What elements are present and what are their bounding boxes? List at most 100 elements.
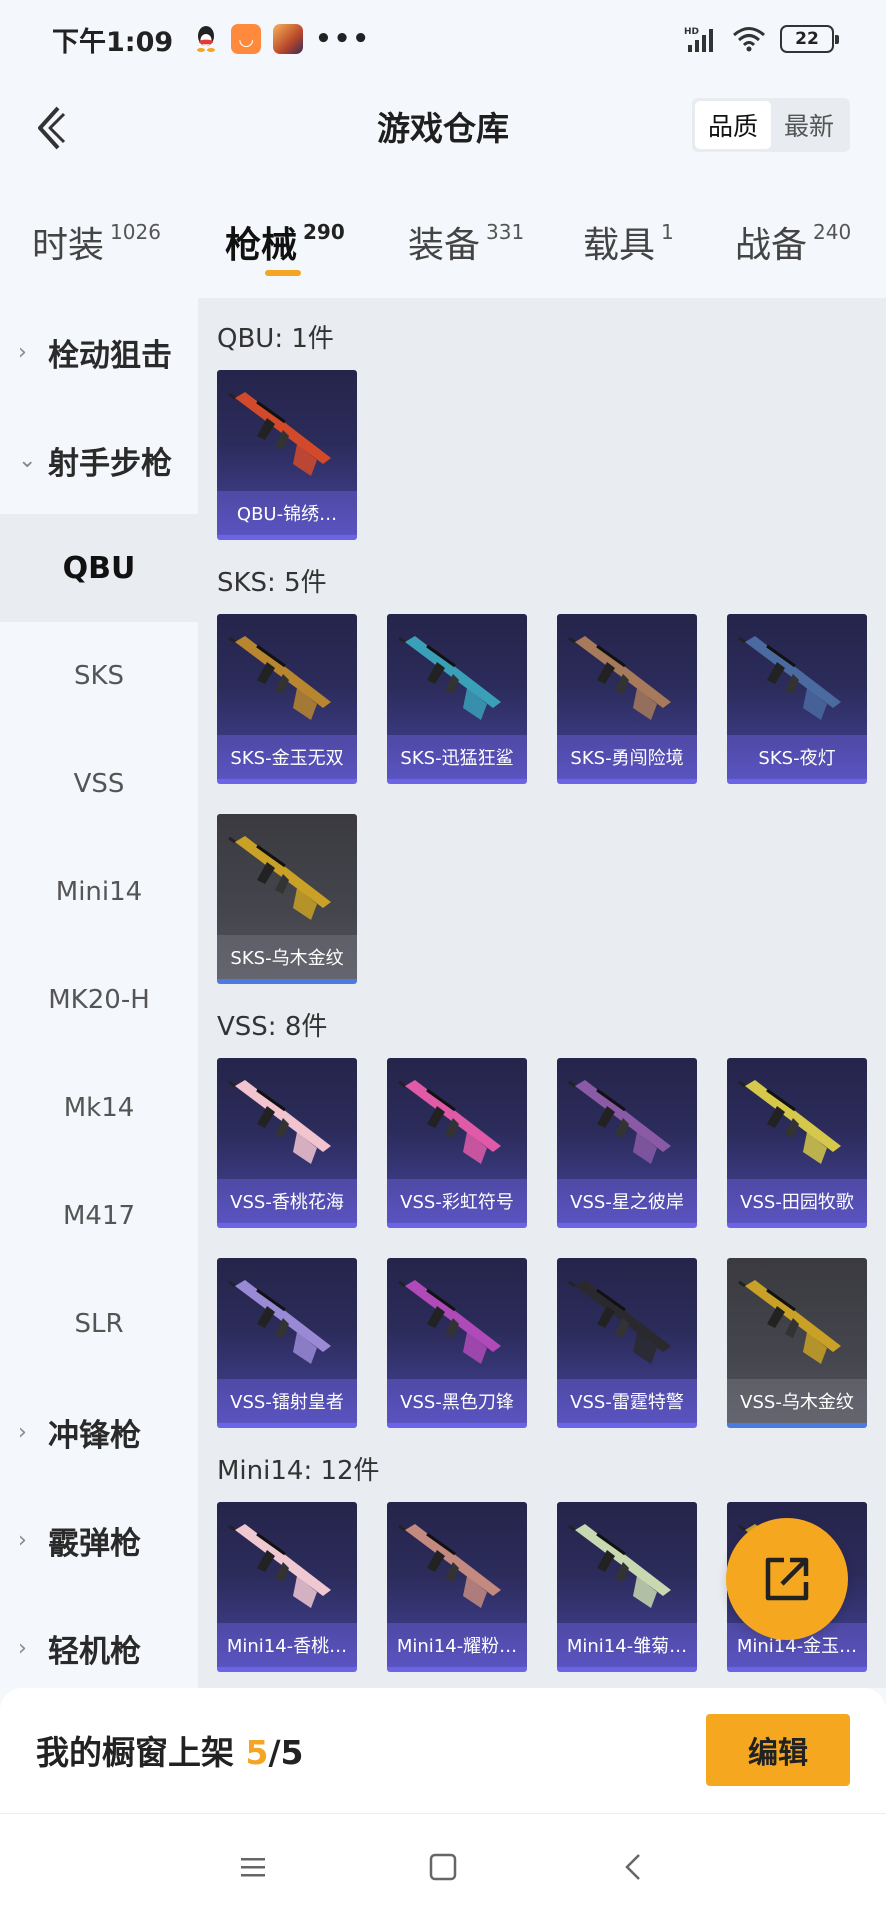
showcase-label: 我的橱窗上架 xyxy=(36,1733,234,1772)
sidebar-item-sks[interactable]: SKS xyxy=(0,622,198,730)
sidebar-item-mini14[interactable]: Mini14 xyxy=(0,838,198,946)
home-nav-button[interactable] xyxy=(423,1847,463,1887)
menu-nav-button[interactable] xyxy=(233,1847,273,1887)
skin-card[interactable]: VSS-镭射皇者 xyxy=(217,1258,357,1428)
rifle-skin-icon xyxy=(738,1280,841,1364)
sidebar-group-bolt-sniper[interactable]: › 栓动狙击 xyxy=(0,298,198,406)
system-nav-bar xyxy=(0,1814,886,1920)
status-right: HD 22 xyxy=(684,25,839,53)
edit-button[interactable]: 编辑 xyxy=(706,1714,850,1786)
skin-name: SKS-迅猛狂鲨 xyxy=(387,735,527,779)
tab-supplies[interactable]: 战备 240 xyxy=(735,216,851,268)
rifle-skin-icon xyxy=(228,1280,331,1364)
skin-card[interactable]: SKS-迅猛狂鲨 xyxy=(387,614,527,784)
sidebar-item-mk20h[interactable]: MK20-H xyxy=(0,946,198,1054)
skin-name: SKS-乌木金纹 xyxy=(217,935,357,979)
weapon-skin-grid: QBU: 1件 QBU-锦绣… SKS: 5件 SKS-金玉无双 SKS-迅猛狂… xyxy=(198,298,886,1688)
tab-count: 331 xyxy=(486,220,525,244)
sidebar-item-qbu[interactable]: QBU xyxy=(0,514,198,622)
skin-name: VSS-镭射皇者 xyxy=(217,1379,357,1423)
showcase-status: 我的橱窗上架 5/5 xyxy=(36,1726,303,1774)
sidebar-group-lmg[interactable]: › 轻机枪 xyxy=(0,1594,198,1702)
tab-fashion[interactable]: 时装 1026 xyxy=(32,216,161,268)
home-square-icon xyxy=(429,1853,457,1881)
rifle-skin-icon xyxy=(228,636,331,720)
skin-card[interactable]: VSS-黑色刀锋 xyxy=(387,1258,527,1428)
sort-latest-button[interactable]: 最新 xyxy=(771,101,847,149)
tab-equipment[interactable]: 装备 331 xyxy=(408,216,524,268)
showcase-bar: 我的橱窗上架 5/5 编辑 xyxy=(0,1688,886,1814)
skin-card[interactable]: SKS-勇闯险境 xyxy=(557,614,697,784)
wifi-icon xyxy=(732,26,766,52)
rifle-skin-icon xyxy=(398,636,501,720)
back-nav-button[interactable] xyxy=(613,1847,653,1887)
skin-card[interactable]: VSS-乌木金纹 xyxy=(727,1258,867,1428)
showcase-used-count: 5 xyxy=(245,1733,269,1772)
sidebar-group-marksman-rifle[interactable]: ⌄ 射手步枪 xyxy=(0,406,198,514)
skin-name: SKS-夜灯 xyxy=(727,735,867,779)
sidebar-item-mk14[interactable]: Mk14 xyxy=(0,1054,198,1162)
chevron-right-icon: › xyxy=(18,1635,27,1661)
skin-name: VSS-香桃花海 xyxy=(217,1179,357,1223)
sidebar-group-label: 冲锋枪 xyxy=(48,1417,141,1454)
rifle-skin-icon xyxy=(398,1280,501,1364)
tab-label: 装备 xyxy=(408,225,481,266)
rifle-skin-icon xyxy=(228,1524,331,1608)
skin-card[interactable]: SKS-乌木金纹 xyxy=(217,814,357,984)
section-title-mini14: Mini14: 12件 xyxy=(217,1456,380,1486)
rifle-skin-icon xyxy=(228,836,331,920)
more-notifications-icon: ••• xyxy=(315,24,372,54)
sidebar-group-label: 霰弹枪 xyxy=(48,1525,141,1562)
tab-count: 1026 xyxy=(110,220,161,244)
chevron-right-icon: › xyxy=(18,339,27,365)
skin-name: SKS-金玉无双 xyxy=(217,735,357,779)
skin-card[interactable]: Mini14-耀粉… xyxy=(387,1502,527,1672)
sort-quality-button[interactable]: 品质 xyxy=(695,101,771,149)
sidebar-group-label: 栓动狙击 xyxy=(48,337,172,374)
section-title-vss: VSS: 8件 xyxy=(217,1012,328,1042)
skin-card[interactable]: Mini14-雏菊… xyxy=(557,1502,697,1672)
tab-label: 枪械 xyxy=(225,225,298,266)
chevron-down-icon: ⌄ xyxy=(18,447,37,473)
skin-card[interactable]: VSS-彩虹符号 xyxy=(387,1058,527,1228)
rifle-skin-icon xyxy=(568,636,671,720)
skin-card[interactable]: SKS-金玉无双 xyxy=(217,614,357,784)
rifle-skin-icon xyxy=(738,636,841,720)
svg-text:HD: HD xyxy=(684,27,699,37)
tab-count: 1 xyxy=(661,220,674,244)
sidebar-item-m417[interactable]: M417 xyxy=(0,1162,198,1270)
skin-card[interactable]: VSS-香桃花海 xyxy=(217,1058,357,1228)
shopping-app-icon: ◡ xyxy=(231,24,262,54)
skin-name: Mini14-雏菊… xyxy=(557,1623,697,1667)
skin-card[interactable]: SKS-夜灯 xyxy=(727,614,867,784)
weapon-category-sidebar: › 栓动狙击 ⌄ 射手步枪 QBU SKS VSS Mini14 MK20-H … xyxy=(0,298,198,1688)
rifle-skin-icon xyxy=(228,392,331,476)
skin-name: VSS-星之彼岸 xyxy=(557,1179,697,1223)
rifle-skin-icon xyxy=(398,1524,501,1608)
skin-card[interactable]: VSS-雷霆特警 xyxy=(557,1258,697,1428)
rifle-skin-icon xyxy=(568,1524,671,1608)
skin-card[interactable]: VSS-田园牧歌 xyxy=(727,1058,867,1228)
sidebar-group-shotgun[interactable]: › 霰弹枪 xyxy=(0,1486,198,1594)
tab-vehicles[interactable]: 载具 1 xyxy=(583,216,674,268)
skin-card[interactable]: VSS-星之彼岸 xyxy=(557,1058,697,1228)
share-floating-button[interactable] xyxy=(726,1518,848,1640)
skin-card[interactable]: QBU-锦绣… xyxy=(217,370,357,540)
menu-icon xyxy=(241,1858,265,1877)
game-app-icon xyxy=(273,24,304,54)
rifle-skin-icon xyxy=(398,1080,501,1164)
sidebar-item-vss[interactable]: VSS xyxy=(0,730,198,838)
status-time: 下午1:09 xyxy=(52,26,174,58)
skin-name: VSS-雷霆特警 xyxy=(557,1379,697,1423)
tab-firearms[interactable]: 枪械 290 xyxy=(225,216,345,268)
skin-card[interactable]: Mini14-香桃… xyxy=(217,1502,357,1672)
tab-count: 240 xyxy=(813,220,852,244)
sidebar-item-slr[interactable]: SLR xyxy=(0,1270,198,1378)
back-chevron-icon xyxy=(625,1854,640,1880)
skin-name: Mini14-香桃… xyxy=(217,1623,357,1667)
skin-name: QBU-锦绣… xyxy=(217,491,357,535)
status-bar: 下午1:09 ◡ ••• HD 22 xyxy=(0,0,886,78)
sidebar-group-smg[interactable]: › 冲锋枪 xyxy=(0,1378,198,1486)
chevron-right-icon: › xyxy=(18,1419,27,1445)
tab-count: 290 xyxy=(303,220,345,244)
